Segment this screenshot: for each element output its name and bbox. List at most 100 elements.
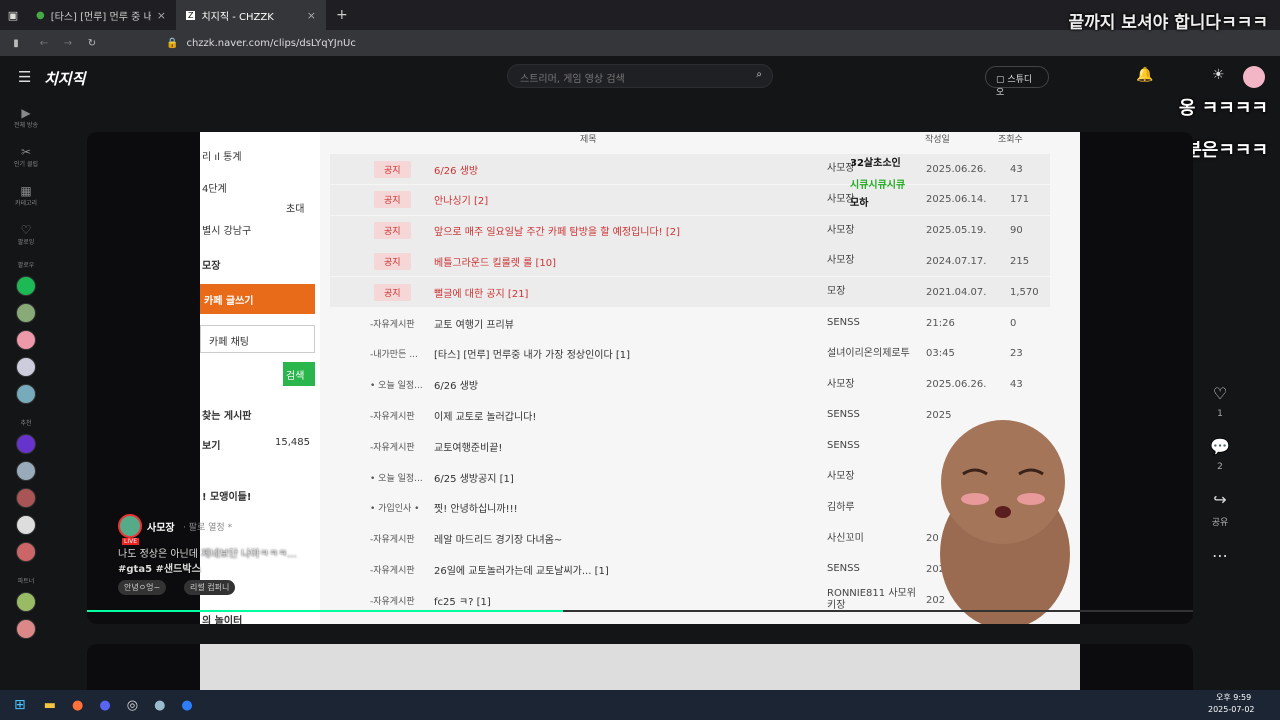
recommend-avatar[interactable]: [16, 515, 36, 535]
search-icon[interactable]: ⌕: [756, 69, 762, 80]
recommend-avatar[interactable]: [16, 461, 36, 481]
search-input[interactable]: 스트리머, 게임 영상 검색 ⌕: [507, 64, 773, 88]
post-author[interactable]: 김하루: [827, 502, 917, 514]
table-row[interactable]: 공지 6/26 생방 사모장 2025.06.26. 43: [330, 154, 1050, 184]
post-title[interactable]: 앞으로 매주 일요일날 주간 카페 탐방을 할 예정입니다! [2]: [434, 223, 680, 238]
browser-tab-1[interactable]: ● [타스] [먼루] 먼루 중 내가 가장... ×: [26, 0, 176, 30]
notification-icon[interactable]: 🔔: [1136, 67, 1153, 83]
studio-button[interactable]: ▢ 스튜디오: [985, 66, 1049, 98]
post-tag: 공지: [374, 160, 411, 178]
post-views: 215: [1010, 255, 1030, 267]
sidebar-section-recommend: 추천: [20, 420, 32, 427]
post-title[interactable]: 6/25 생방공지 [1]: [434, 470, 514, 485]
sidebar-item-following[interactable]: ♡ 팔로잉: [0, 223, 52, 246]
post-title[interactable]: 6/26 생방: [434, 162, 478, 177]
clip-hashtags[interactable]: #gta5 #샌드박스: [118, 560, 201, 575]
browser-tab-2[interactable]: Z 치지직 - CHZZK ×: [176, 0, 326, 30]
sidebar-item-category[interactable]: ▦ 카테고리: [0, 184, 52, 207]
comment-button[interactable]: 💬: [1205, 437, 1235, 456]
cafe-chat-button[interactable]: 카페 채팅: [200, 325, 315, 353]
post-title[interactable]: 레알 마드리드 경기장 다녀옴~: [434, 531, 562, 546]
clip-player[interactable]: 리 ıl 통계 4단계 초대 별시 강남구 모장 카페 글쓰기 카페 채팅 검색…: [87, 132, 1193, 624]
follow-avatar[interactable]: [16, 303, 36, 323]
post-author[interactable]: 사모장: [827, 471, 917, 483]
post-title[interactable]: 이제 교토로 놀러갑니다!: [434, 408, 536, 423]
post-author[interactable]: 설녀이리온의제로투: [827, 348, 917, 360]
sidebar-item-live[interactable]: ▶ 전체 방송: [0, 106, 52, 129]
cafe-search-button[interactable]: 검색: [283, 362, 315, 386]
recommend-avatar[interactable]: [16, 542, 36, 562]
post-title[interactable]: 베틀그라운드 킬룰렛 룰 [10]: [434, 254, 556, 269]
post-author[interactable]: SENSS: [827, 563, 917, 575]
steam-icon[interactable]: ●: [154, 698, 165, 713]
sidebar-toggle-icon[interactable]: ▮: [0, 38, 32, 49]
share-button[interactable]: ↪: [1205, 490, 1235, 509]
menu-icon[interactable]: ☰: [18, 68, 31, 86]
post-author[interactable]: SENSS: [827, 409, 917, 421]
post-title[interactable]: 교토여행준비끝!: [434, 439, 502, 454]
new-tab-button[interactable]: +: [326, 7, 358, 23]
sidebar-item-clips[interactable]: ✂ 인기 클립: [0, 145, 52, 168]
post-author[interactable]: SENSS: [827, 440, 917, 452]
follow-avatar[interactable]: [16, 384, 36, 404]
post-tag: -자유게시판: [370, 565, 415, 576]
tag-chip[interactable]: 리썰 컴퍼니: [184, 580, 236, 595]
reload-button[interactable]: ↻: [80, 38, 104, 49]
firefox-icon[interactable]: ●: [72, 698, 83, 713]
follow-avatar[interactable]: [16, 276, 36, 296]
url-input[interactable]: chzzk.naver.com/clips/dsLYqYJnUc: [186, 38, 355, 49]
post-title[interactable]: [타스] [먼루] 먼루중 내가 가장 정상인이다 [1]: [434, 346, 630, 361]
table-row[interactable]: 공지 베틀그라운드 킬룰렛 룰 [10] 사모장 2024.07.17. 215: [330, 246, 1050, 277]
post-tag: -자유게시판: [370, 319, 415, 330]
tab-overview-icon[interactable]: ▣: [0, 9, 26, 22]
table-row[interactable]: • 오늘 일정... 6/26 생방 사모장 2025.06.26. 43: [330, 370, 1050, 400]
post-author[interactable]: SENSS: [827, 317, 917, 329]
next-clip-preview[interactable]: [87, 644, 1193, 690]
recommend-avatar[interactable]: [16, 488, 36, 508]
table-row[interactable]: 공지 안나싱기 [2] 사모장 2025.06.14. 171: [330, 184, 1050, 215]
clip-icon: ✂: [20, 145, 32, 159]
table-row[interactable]: -내가만든 ... [타스] [먼루] 먼루중 내가 가장 정상인이다 [1] 설녀…: [330, 339, 1050, 369]
post-author[interactable]: 사모장: [827, 225, 917, 237]
tag-chip[interactable]: 안녕ㅇ엉~: [118, 580, 167, 595]
channel-name[interactable]: 사모장: [147, 519, 175, 534]
post-title[interactable]: 뻘글에 대한 공지 [21]: [434, 285, 528, 300]
tab-close-icon[interactable]: ×: [157, 9, 166, 22]
table-row[interactable]: 공지 뻘글에 대한 공지 [21] 모장 2021.04.07. 1,570: [330, 277, 1050, 308]
partner-avatar[interactable]: [16, 619, 36, 639]
post-title[interactable]: 교토 여행기 프리뷰: [434, 316, 514, 331]
recommend-avatar[interactable]: [16, 434, 36, 454]
browser-icon[interactable]: ●: [181, 698, 192, 713]
settings-icon[interactable]: ☀: [1212, 67, 1225, 83]
discord-icon[interactable]: ●: [99, 698, 110, 713]
channel-avatar[interactable]: [118, 514, 142, 538]
back-button[interactable]: ←: [32, 38, 56, 49]
post-author[interactable]: 모장: [827, 286, 917, 298]
post-author[interactable]: RONNIE811 사모위키장: [827, 588, 917, 612]
like-button[interactable]: ♡: [1205, 384, 1235, 403]
forward-button[interactable]: →: [56, 38, 80, 49]
progress-bar[interactable]: [87, 610, 1193, 612]
windows-start-icon[interactable]: ⊞: [14, 697, 26, 713]
cafe-write-button[interactable]: 카페 글쓰기: [200, 284, 315, 314]
explorer-icon[interactable]: ▬: [44, 698, 56, 713]
site-logo[interactable]: 치지직: [44, 68, 85, 89]
post-author[interactable]: 사신꼬미: [827, 533, 917, 545]
app-icon[interactable]: ◎: [127, 698, 138, 713]
more-button[interactable]: ⋯: [1205, 546, 1235, 565]
post-title[interactable]: fc25 ㅋ? [1]: [434, 593, 491, 608]
follow-avatar[interactable]: [16, 330, 36, 350]
post-author[interactable]: 사모장: [827, 194, 917, 206]
post-title[interactable]: 찟! 안녕하십니까!!!: [434, 500, 518, 515]
post-title[interactable]: 26일에 교토놀러가는데 교토날씨가... [1]: [434, 562, 609, 577]
user-avatar[interactable]: [1243, 66, 1265, 88]
post-author[interactable]: 사모장: [827, 255, 917, 267]
partner-avatar[interactable]: [16, 592, 36, 612]
table-row[interactable]: 공지 앞으로 매주 일요일날 주간 카페 탐방을 할 예정입니다! [2] 사모장 2…: [330, 215, 1050, 246]
table-row[interactable]: -자유게시판 교토 여행기 프리뷰 SENSS 21:26 0: [330, 308, 1050, 338]
post-author[interactable]: 사모장: [827, 379, 917, 391]
post-title[interactable]: 6/26 생방: [434, 377, 478, 392]
follow-avatar[interactable]: [16, 357, 36, 377]
post-title[interactable]: 안나싱기 [2]: [434, 192, 488, 207]
tab-close-icon[interactable]: ×: [307, 9, 316, 22]
